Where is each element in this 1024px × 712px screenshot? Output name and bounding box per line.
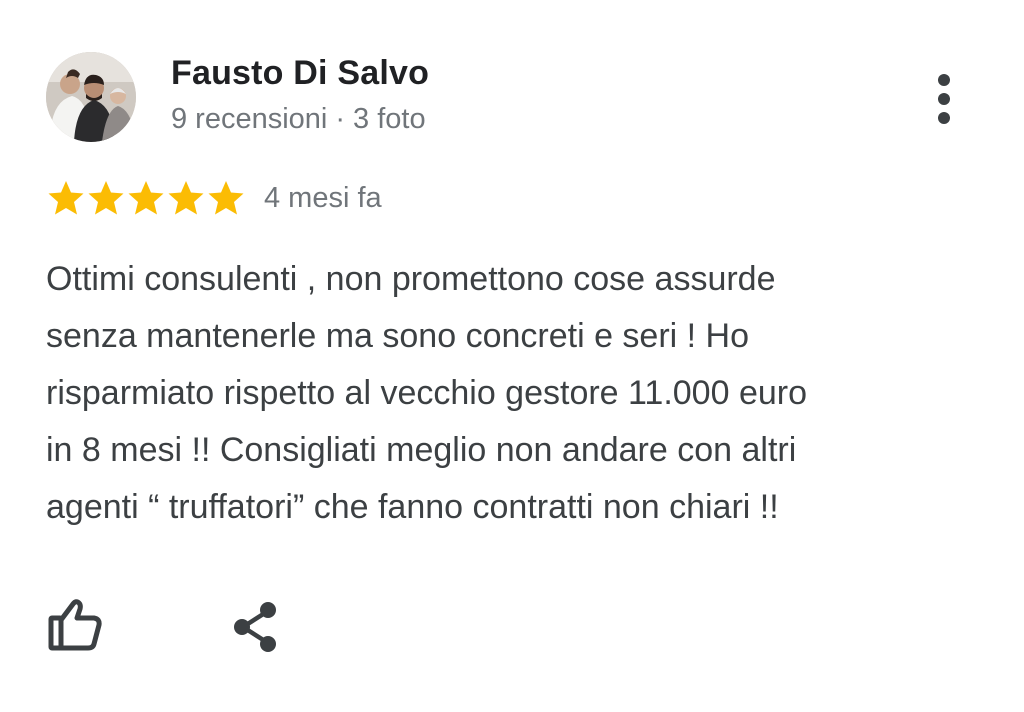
more-options-button[interactable] [924,70,964,128]
review-text-line: senza mantenerle ma sono concreti e seri… [46,317,750,355]
more-dot [938,112,950,124]
author-reviews-count: 9 recensioni [171,103,328,135]
review-text: Ottimi consulenti , non promettono cose … [46,251,976,536]
review-time: 4 mesi fa [264,181,382,214]
star-icon [48,181,84,215]
star-rating [46,178,246,218]
author-name[interactable]: Fausto Di Salvo [171,54,429,93]
thumbs-up-icon [48,599,102,651]
author-avatar[interactable] [46,52,136,142]
author-meta: 9 recensioni · 3 foto [171,103,426,136]
review-text-line: in 8 mesi !! Consigliati meglio non anda… [46,431,797,469]
review-card: Fausto Di Salvo 9 recensioni · 3 foto 4 me… [0,0,1024,712]
share-icon [234,602,276,652]
star-icon [128,181,164,215]
more-dot [938,74,950,86]
review-text-line: agenti “ truffatori” che fanno contratti… [46,488,779,526]
meta-separator: · [335,103,346,135]
review-text-line: risparmiato rispetto al vecchio gestore … [46,374,807,412]
star-icon [88,181,124,215]
star-icon [208,181,244,215]
author-photos-count: 3 foto [353,103,426,135]
review-text-line: Ottimi consulenti , non promettono cose … [46,260,776,298]
avatar-photo [46,52,136,142]
rating-row: 4 mesi fa [46,178,382,218]
like-button[interactable] [46,596,106,654]
more-dot [938,93,950,105]
share-button[interactable] [230,600,284,654]
star-icon [168,181,204,215]
